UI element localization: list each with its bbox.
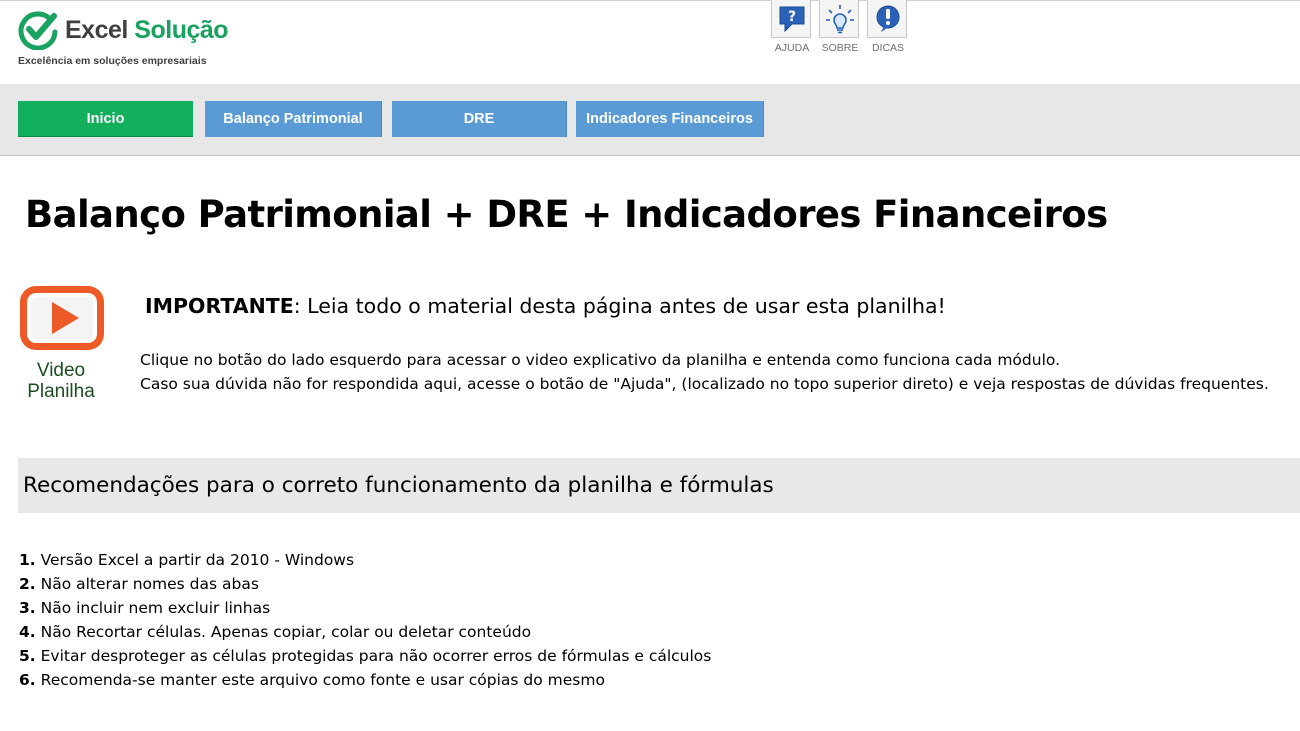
logo: Excel Solução Excelência em soluções emp… — [18, 10, 278, 74]
help-chat-icon: ? — [779, 6, 805, 33]
recommendations-header: Recomendações para o correto funcionamen… — [18, 458, 1300, 513]
important-notice: IMPORTANTE: Leia todo o material desta p… — [145, 294, 946, 318]
video-label-line1: Video — [36, 360, 86, 381]
list-item: 2. Não alterar nomes das abas — [19, 572, 711, 596]
play-button-icon — [20, 286, 104, 350]
info-line-2: Caso sua dúvida não for respondida aqui,… — [140, 375, 1269, 393]
list-item-text: Evitar desproteger as células protegidas… — [35, 647, 712, 665]
nav-indicadores-button[interactable]: Indicadores Financeiros — [576, 101, 764, 137]
list-item-text: Não alterar nomes das abas — [35, 575, 259, 593]
list-item-number: 6. — [19, 671, 36, 689]
help-icon-box: ? — [771, 0, 811, 38]
list-item-text: Não incluir nem excluir linhas — [35, 599, 271, 617]
important-text: : Leia todo o material desta página ante… — [293, 294, 946, 318]
tips-button[interactable]: DICAS — [866, 0, 910, 58]
nav-inicio-button[interactable]: Inicio — [18, 101, 193, 137]
about-icon-box — [819, 0, 859, 38]
logo-check-icon — [18, 11, 58, 50]
nav-bar: Inicio Balanço Patrimonial DRE Indicador… — [0, 84, 1300, 156]
list-item-number: 5. — [19, 647, 36, 665]
list-item-number: 2. — [19, 575, 36, 593]
list-item: 6. Recomenda-se manter este arquivo como… — [19, 668, 711, 692]
list-item: 3. Não incluir nem excluir linhas — [19, 596, 711, 620]
top-border — [0, 0, 1300, 1]
list-item: 4. Não Recortar células. Apenas copiar, … — [19, 620, 711, 644]
tips-label: DICAS — [871, 42, 905, 54]
help-label: AJUDA — [774, 42, 810, 54]
page-title: Balanço Patrimonial + DRE + Indicadores … — [25, 193, 1108, 236]
logo-tagline: Excelência em soluções empresariais — [18, 55, 207, 67]
video-planilha-button[interactable]: Video Planilha — [18, 284, 106, 402]
list-item-text: Versão Excel a partir da 2010 - Windows — [35, 551, 355, 569]
list-item-number: 4. — [19, 623, 36, 641]
info-line-1: Clique no botão do lado esquerdo para ac… — [140, 351, 1061, 369]
nav-balanco-button[interactable]: Balanço Patrimonial — [205, 101, 382, 137]
about-label: SOBRE — [821, 42, 859, 54]
svg-text:?: ? — [788, 9, 796, 25]
list-item: 1. Versão Excel a partir da 2010 - Windo… — [19, 548, 711, 572]
logo-solucao-text: Solução — [134, 16, 229, 44]
list-item-text: Não Recortar células. Apenas copiar, col… — [35, 623, 532, 641]
exclamation-icon — [876, 5, 900, 32]
list-item: 5. Evitar desproteger as células protegi… — [19, 644, 711, 668]
logo-wordmark: Excel Solução — [65, 16, 229, 45]
logo-excel-text: Excel — [65, 16, 128, 44]
recommendations-heading: Recomendações para o correto funcionamen… — [23, 473, 774, 498]
list-item-number: 1. — [19, 551, 36, 569]
list-item-number: 3. — [19, 599, 36, 617]
important-label: IMPORTANTE — [145, 294, 294, 318]
help-button[interactable]: ? AJUDA — [770, 0, 814, 58]
list-item-text: Recomenda-se manter este arquivo como fo… — [35, 671, 605, 689]
video-label-line2: Planilha — [27, 381, 95, 402]
recommendations-list: 1. Versão Excel a partir da 2010 - Windo… — [19, 548, 711, 692]
about-button[interactable]: SOBRE — [818, 0, 862, 58]
lightbulb-icon — [826, 5, 854, 34]
tips-icon-box — [867, 0, 907, 38]
nav-dre-button[interactable]: DRE — [392, 101, 567, 137]
